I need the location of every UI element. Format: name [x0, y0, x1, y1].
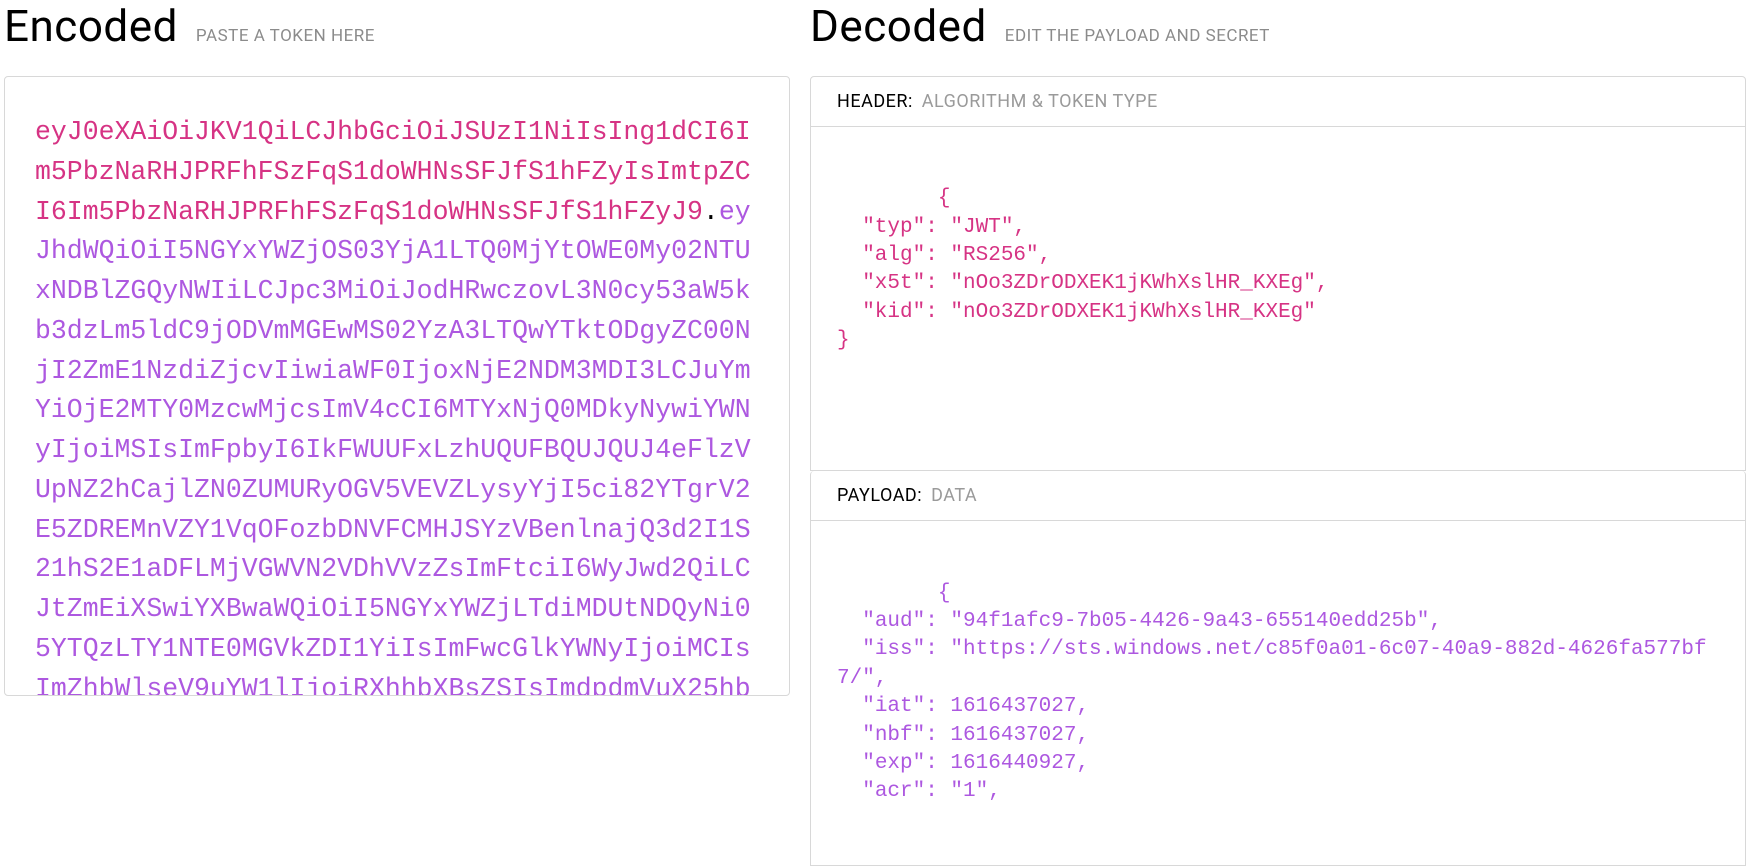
encoded-title: Encoded [4, 0, 178, 52]
header-json-editor[interactable]: { "typ": "JWT", "alg": "RS256", "x5t": "… [811, 127, 1745, 470]
decoded-title: Decoded [810, 0, 987, 52]
payload-label: PAYLOAD: [837, 485, 922, 506]
payload-sublabel: DATA [931, 485, 977, 506]
token-header-segment: eyJ0eXAiOiJKV1QiLCJhbGciOiJSUzI1NiIsIng1… [35, 117, 751, 227]
header-json-text: { "typ": "JWT", "alg": "RS256", "x5t": "… [837, 187, 1328, 352]
decoded-subtitle: EDIT THE PAYLOAD AND SECRET [1005, 26, 1270, 46]
encoded-token-input[interactable]: eyJ0eXAiOiJKV1QiLCJhbGciOiJSUzI1NiIsIng1… [4, 76, 790, 696]
header-label: HEADER: [837, 91, 913, 112]
decoded-payload-section: PAYLOAD: DATA { "aud": "94f1afc9-7b05-44… [810, 471, 1746, 865]
token-separator-dot: . [703, 197, 719, 227]
encoded-heading: Encoded PASTE A TOKEN HERE [4, 0, 790, 52]
header-sublabel: ALGORITHM & TOKEN TYPE [922, 91, 1158, 112]
token-payload-segment: eyJhdWQiOiI5NGYxYWZjOS03YjA1LTQ0MjYtOWE0… [35, 197, 751, 697]
payload-json-text: { "aud": "94f1afc9-7b05-4426-9a43-655140… [837, 582, 1707, 803]
payload-json-editor[interactable]: { "aud": "94f1afc9-7b05-4426-9a43-655140… [811, 521, 1745, 864]
decoded-heading: Decoded EDIT THE PAYLOAD AND SECRET [810, 0, 1746, 52]
payload-section-title: PAYLOAD: DATA [811, 471, 1745, 521]
decoded-header-section: HEADER: ALGORITHM & TOKEN TYPE { "typ": … [810, 76, 1746, 471]
encoded-subtitle: PASTE A TOKEN HERE [196, 26, 375, 46]
header-section-title: HEADER: ALGORITHM & TOKEN TYPE [811, 77, 1745, 127]
